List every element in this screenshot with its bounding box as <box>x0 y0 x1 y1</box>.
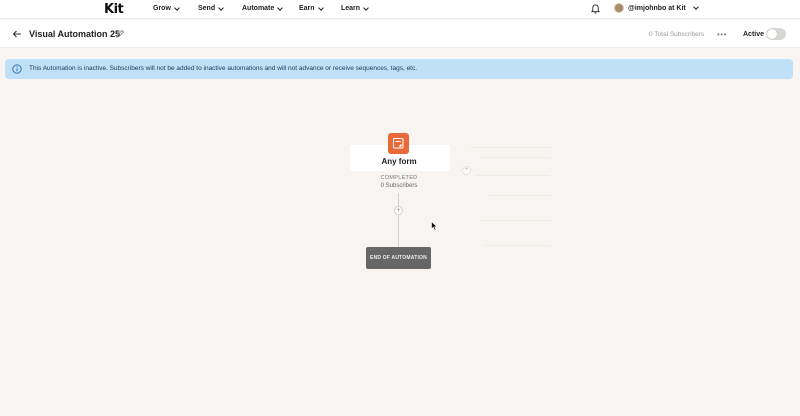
pencil-icon[interactable] <box>115 29 125 39</box>
kit-logo[interactable]: Kit <box>104 2 124 17</box>
form-icon <box>388 133 409 154</box>
avatar <box>614 3 624 13</box>
nav-send[interactable]: Send <box>198 4 224 12</box>
nav-earn[interactable]: Earn <box>299 4 324 12</box>
trigger-label: Any form <box>381 157 417 166</box>
total-subscribers: 0 Total Subscribers <box>649 31 705 38</box>
chevron-down-icon <box>363 4 369 11</box>
nav-grow-label: Grow <box>153 5 171 12</box>
active-label: Active <box>743 31 765 38</box>
more-options-button[interactable]: ••• <box>717 30 727 39</box>
banner-text: This Automation is inactive. Subscribers… <box>29 65 418 72</box>
nav-learn-label: Learn <box>341 5 361 12</box>
bell-icon[interactable] <box>591 4 600 14</box>
nav-send-label: Send <box>198 5 216 12</box>
chevron-down-icon <box>174 4 180 11</box>
active-toggle[interactable] <box>766 28 786 40</box>
user-menu[interactable]: @imjohnbo at Kit <box>614 3 699 13</box>
add-branch-button[interactable]: + <box>462 166 471 175</box>
chevron-down-icon <box>692 4 699 10</box>
nav-learn[interactable]: Learn <box>341 4 369 12</box>
info-icon <box>12 64 22 74</box>
inactive-banner: This Automation is inactive. Subscribers… <box>5 59 793 79</box>
chevron-down-icon <box>218 4 224 11</box>
nav-automate-label: Automate <box>242 5 275 12</box>
connector-line <box>398 193 399 247</box>
add-step-button[interactable]: + <box>394 206 403 215</box>
ghost-branch <box>450 145 550 255</box>
page-title: Visual Automation 25 <box>29 29 121 39</box>
cursor-icon <box>431 221 438 231</box>
chevron-down-icon <box>317 4 324 11</box>
nav-grow[interactable]: Grow <box>153 4 180 12</box>
trigger-status: COMPLETED <box>380 175 418 181</box>
trigger-subscribers: 0 Subscribers <box>380 183 418 189</box>
automation-header: Visual Automation 25 0 Total Subscribers… <box>0 20 800 48</box>
chevron-down-icon <box>277 4 284 11</box>
nav-automate[interactable]: Automate <box>242 4 284 12</box>
user-name: @imjohnbo at Kit <box>628 4 686 12</box>
top-nav: Kit Grow Send Automate Earn Learn @imjoh… <box>0 0 800 19</box>
toggle-knob <box>767 29 777 39</box>
end-of-automation: END OF AUTOMATION <box>366 247 431 269</box>
back-arrow-icon[interactable] <box>12 29 22 39</box>
nav-earn-label: Earn <box>299 5 315 12</box>
